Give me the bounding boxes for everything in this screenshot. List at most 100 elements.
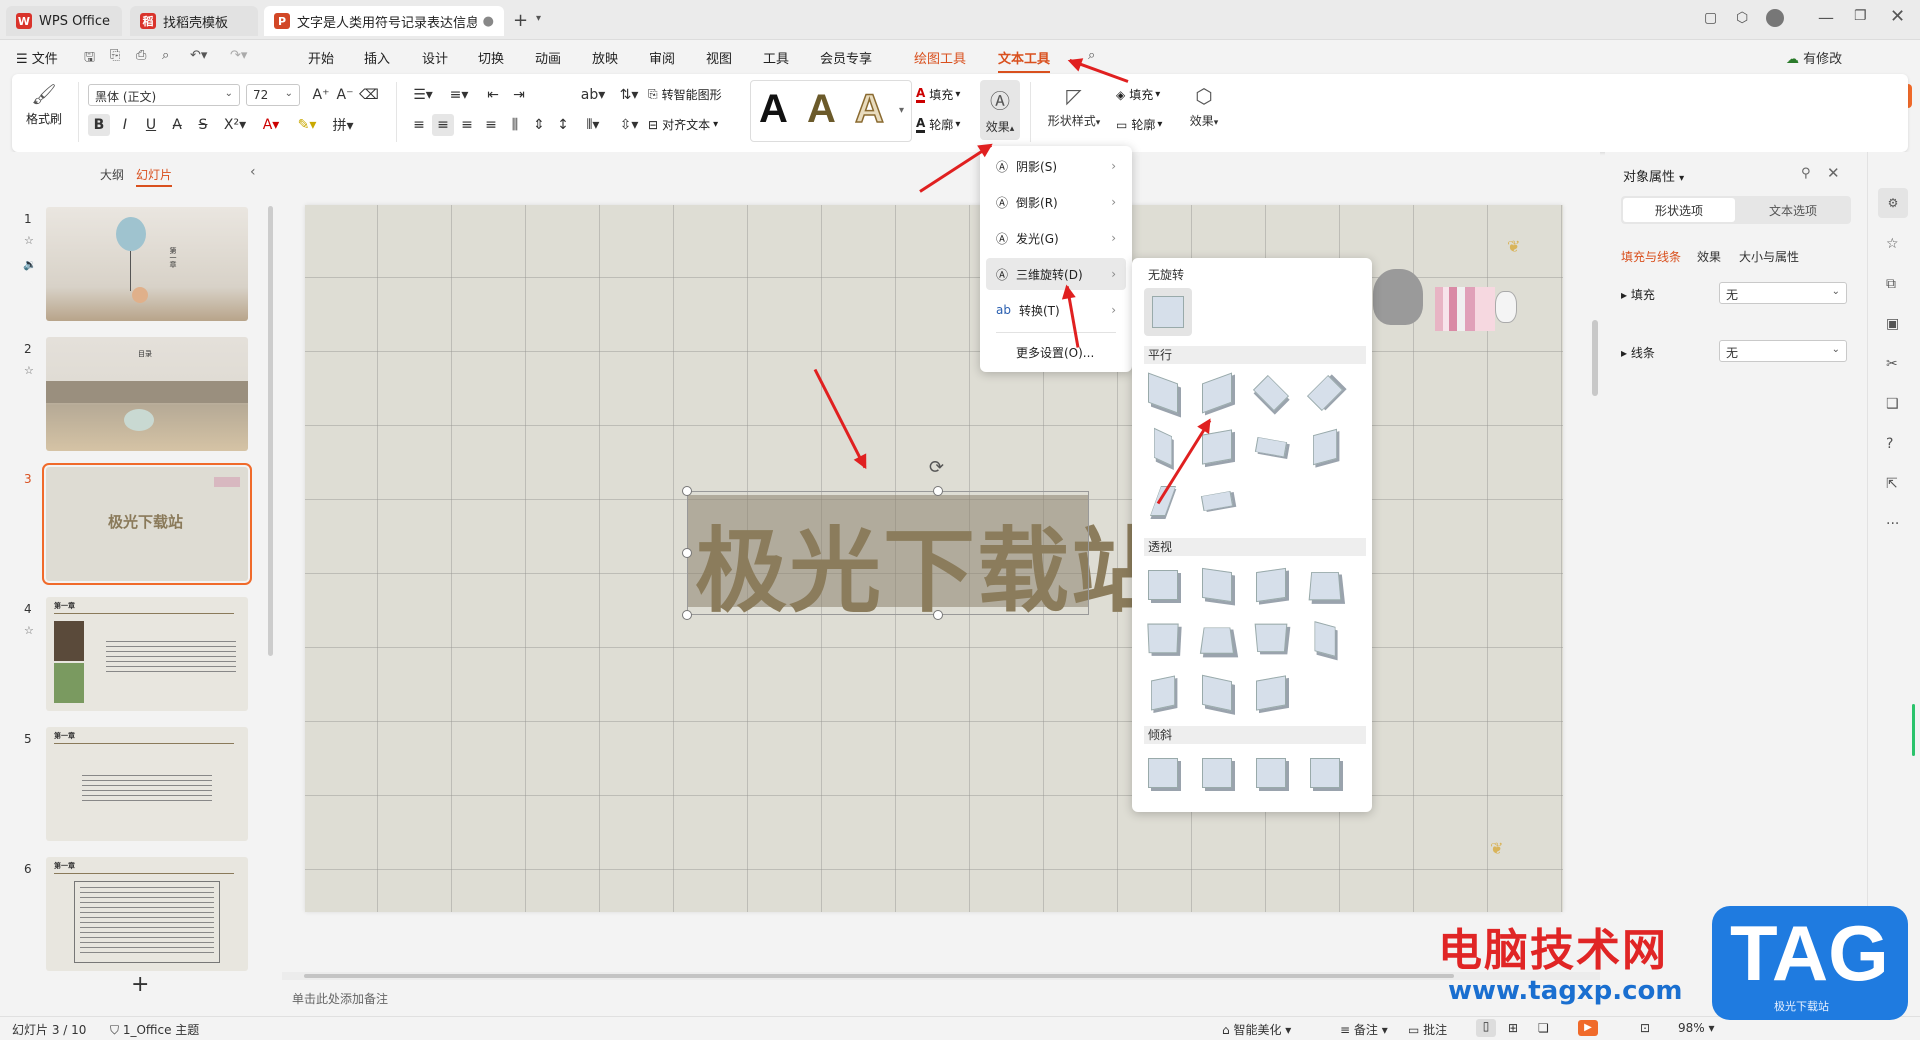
menu-item-reflection[interactable]: Ⓐ 倒影(R) › — [986, 186, 1126, 218]
slide-thumbnail-4[interactable]: 第一章 — [46, 597, 248, 711]
star-icon[interactable]: ☆ — [24, 364, 34, 377]
decrease-font-icon[interactable]: A⁻ — [334, 84, 356, 106]
text-fill-button[interactable]: A 填充 ▾ — [916, 86, 960, 103]
smart-shape-button[interactable]: ⎘ 转智能图形 — [648, 86, 722, 103]
resize-handle[interactable] — [682, 548, 692, 558]
print-icon[interactable]: ⎙ — [136, 48, 146, 63]
menu-insert[interactable]: 插入 — [364, 48, 390, 67]
tab-outline[interactable]: 大纲 — [100, 166, 124, 183]
panel-title[interactable]: 对象属性 ▾ — [1623, 166, 1684, 185]
tab-shape-options[interactable]: 形状选项 — [1623, 198, 1735, 222]
parallel-rotation-option[interactable] — [1144, 482, 1182, 520]
parallel-rotation-option[interactable] — [1144, 372, 1182, 414]
collapse-panel-icon[interactable]: ‹ — [250, 164, 256, 180]
parallel-rotation-option[interactable] — [1198, 372, 1236, 414]
oblique-rotation-option[interactable] — [1144, 754, 1182, 792]
rotate-handle-icon[interactable]: ⟳ — [929, 457, 944, 478]
subtab-effects[interactable]: 效果 — [1697, 248, 1721, 265]
text-orientation-icon[interactable]: ⇅▾ — [614, 84, 644, 106]
modified-indicator[interactable]: ☁ 有修改 — [1786, 48, 1842, 67]
line-spacing-icon[interactable]: ⇕ — [528, 114, 550, 136]
tab-document[interactable]: P 文字是人类用符号记录表达信息以… ● — [264, 6, 504, 36]
gallery-expand-icon[interactable]: ▾ — [899, 105, 904, 116]
line-section-toggle[interactable]: ▸ 线条 — [1621, 344, 1655, 361]
image-icon[interactable]: ▣ — [1886, 316, 1899, 332]
unsaved-dot-icon[interactable]: ● — [483, 14, 494, 29]
menu-item-more-settings[interactable]: 更多设置(O)... — [986, 336, 1126, 368]
columns-icon[interactable]: ⫴▾ — [578, 114, 608, 136]
tab-slides[interactable]: 幻灯片 — [136, 166, 173, 187]
menu-transition[interactable]: 切换 — [478, 48, 504, 67]
perspective-rotation-option[interactable] — [1252, 566, 1290, 604]
new-tab-icon[interactable]: + — [513, 10, 528, 31]
subtab-size-props[interactable]: 大小与属性 — [1739, 248, 1799, 265]
play-icon[interactable]: ▶ — [1578, 1020, 1598, 1036]
perspective-rotation-option[interactable] — [1252, 674, 1290, 712]
menu-tools[interactable]: 工具 — [763, 48, 789, 67]
char-spacing-button[interactable]: 拼▾ — [328, 114, 358, 136]
text-direction-icon[interactable]: ab▾ — [578, 84, 608, 106]
tab-templates[interactable]: 稻 找稻壳模板 — [130, 6, 258, 36]
perspective-rotation-option[interactable] — [1306, 620, 1344, 658]
menu-slideshow[interactable]: 放映 — [592, 48, 618, 67]
parallel-rotation-option[interactable] — [1198, 482, 1236, 520]
menu-member[interactable]: 会员专享 — [820, 48, 872, 67]
beautify-button[interactable]: ⌂ 智能美化 ▾ — [1222, 1021, 1291, 1038]
line-select[interactable]: 无 ⌄ — [1719, 340, 1847, 362]
star-icon[interactable]: ☆ — [24, 624, 34, 637]
menu-item-shadow[interactable]: Ⓐ 阴影(S) › — [986, 150, 1126, 182]
text-outline-button[interactable]: A 轮廓 ▾ — [916, 116, 960, 133]
para-spacing-icon[interactable]: ↕ — [552, 114, 574, 136]
clear-format-icon[interactable]: ⌫ — [358, 84, 380, 106]
menu-design[interactable]: 设计 — [422, 48, 448, 67]
notes-button[interactable]: ≡ 备注 ▾ — [1340, 1021, 1388, 1038]
zoom-level[interactable]: 98% ▾ — [1678, 1021, 1715, 1035]
add-slide-icon[interactable]: + — [131, 972, 149, 997]
oblique-rotation-option[interactable] — [1252, 754, 1290, 792]
shape-fill-button[interactable]: ◈ 填充 ▾ — [1116, 86, 1160, 103]
minimize-icon[interactable]: — — [1818, 8, 1834, 27]
resize-handle[interactable] — [682, 610, 692, 620]
fit-icon[interactable]: ⊡ — [1640, 1021, 1650, 1035]
redo-icon[interactable]: ↷▾ — [230, 48, 247, 63]
horizontal-scrollbar[interactable] — [282, 972, 1600, 980]
menu-item-transform[interactable]: ab 转换(T) › — [986, 294, 1126, 326]
numbered-list-icon[interactable]: ≡▾ — [444, 84, 474, 106]
menu-item-3d-rotation[interactable]: Ⓐ 三维旋转(D) › — [986, 258, 1126, 290]
save-icon[interactable]: 🖫 — [84, 48, 95, 70]
menu-file[interactable]: ☰ 文件 — [16, 48, 58, 67]
theme-name[interactable]: ⛉ 1_Office 主题 — [110, 1021, 199, 1038]
cube-icon[interactable]: ⬡ — [1736, 10, 1748, 26]
vertical-scrollbar[interactable] — [1592, 320, 1598, 396]
parallel-rotation-option[interactable] — [1306, 428, 1344, 466]
menu-view[interactable]: 视图 — [706, 48, 732, 67]
comments-button[interactable]: ▭ 批注 — [1408, 1021, 1447, 1038]
close-icon[interactable]: ✕ — [1827, 164, 1840, 182]
reading-view-icon[interactable]: ❏ — [1538, 1021, 1549, 1035]
menu-text-tools[interactable]: 文本工具 — [998, 48, 1051, 73]
shape-style-button[interactable]: ◸ 形状样式▾ — [1042, 84, 1106, 129]
strikethrough-button[interactable]: S — [192, 114, 214, 136]
perspective-rotation-option[interactable] — [1306, 566, 1344, 604]
close-icon[interactable]: ✕ — [1890, 6, 1905, 27]
parallel-rotation-option[interactable] — [1252, 374, 1290, 412]
oblique-rotation-option[interactable] — [1306, 754, 1344, 792]
shape-outline-button[interactable]: ▭ 轮廓 ▾ — [1116, 116, 1162, 133]
superscript-button[interactable]: X²▾ — [220, 114, 250, 136]
copy-icon[interactable]: ⧉ — [1886, 276, 1896, 292]
rotation-none-option[interactable] — [1144, 288, 1192, 336]
increase-indent-icon[interactable]: ⇥ — [508, 84, 530, 106]
bullet-list-icon[interactable]: ☰▾ — [408, 84, 438, 106]
menu-start[interactable]: 开始 — [308, 48, 334, 67]
more-icon[interactable]: ··· — [1886, 516, 1899, 532]
tools-icon[interactable]: ✂ — [1886, 356, 1898, 372]
font-color-button[interactable]: A▾ — [256, 114, 286, 136]
text-style-brown[interactable]: A — [807, 87, 836, 132]
slide-thumbnail-1[interactable]: 第一章 — [46, 207, 248, 321]
parallel-rotation-option[interactable] — [1252, 428, 1290, 466]
text-style-outline[interactable]: A — [854, 86, 884, 132]
slide-canvas[interactable]: ❦ ❦ 极光下载站 ⟳ — [305, 205, 1563, 912]
align-right-icon[interactable]: ≡ — [456, 114, 478, 136]
search-icon[interactable]: ⌕ — [1088, 48, 1095, 63]
help-icon[interactable]: ? — [1886, 436, 1893, 452]
